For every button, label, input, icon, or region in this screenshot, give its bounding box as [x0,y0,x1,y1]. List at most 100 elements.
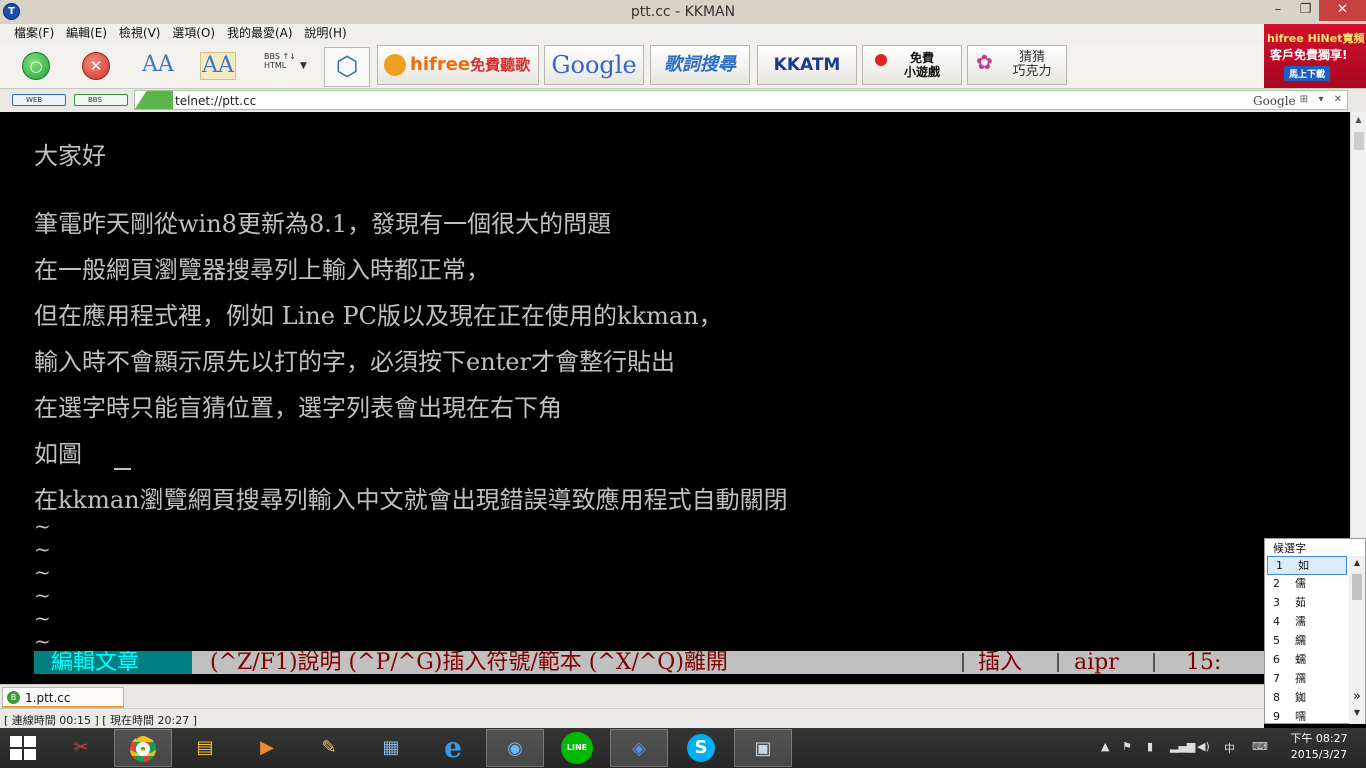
connection-indicator-icon [135,91,173,109]
title-bar: T ptt.cc - KKMAN – ❐ ✕ [0,0,1366,24]
candidate-item[interactable]: 9嚅 [1265,708,1349,727]
search-engine-label[interactable]: Google [1253,94,1296,108]
input-composition: aipr [1074,651,1119,674]
guess-chocolate-button[interactable]: ✿ 猜猜 巧克力 [967,45,1067,85]
snipping-tool-icon[interactable]: ✂ [52,729,110,767]
taskbar-clock[interactable]: 下午 08:27 2015/3/27 [1284,731,1354,763]
guess-label-1: 猜猜 [1018,50,1045,65]
status-separator [1153,653,1155,672]
hifree-label: hifree [410,54,471,75]
lyrics-search-button[interactable]: 歌詞搜尋 [650,45,750,85]
close-search-icon[interactable]: ✕ [1332,94,1344,106]
tab-ptt[interactable]: B 1.ptt.cc [2,687,124,708]
calculator-icon[interactable]: ▦ [362,729,420,767]
media-center-icon[interactable]: ◉ [486,729,544,767]
terminal-line: 大家好 [34,142,106,170]
hifree-logo-icon [384,54,406,76]
bbs-html-toggle-button[interactable]: BBS ↑↓ HTML ▼ [264,52,308,82]
dropdown-arrow-icon[interactable]: ▼ [300,62,307,71]
chevron-up-icon[interactable]: ▲ [1349,558,1365,572]
expand-candidates-icon[interactable]: » [1349,689,1365,704]
terminal-line: 輸入時不會顯示原先以打的字，必須按下enter才會整行貼出 [34,348,675,376]
text-cursor [114,468,131,470]
menu-help[interactable]: 說明(H) [304,24,346,43]
ad-download-button[interactable]: 馬上下載 [1284,66,1331,81]
kkatm-button[interactable]: KKATM [757,45,857,85]
toolbar: ○ ✕ AA AA BBS ↑↓ HTML ▼ ⬡ hifree免費聽歌 Goo… [0,44,1264,88]
menu-view[interactable]: 檢視(V) [119,24,161,43]
ime-candidate-window: 候選字 1如 2儒 3茹 4濡 5繻 6蠕 7孺 8銣 9嚅 ▲ ▼ » [1264,538,1366,724]
menu-edit[interactable]: 編輯(E) [66,24,107,43]
font-size-small-button[interactable]: AA [140,52,176,80]
menu-bar: 檔案(F) 編輯(E) 檢視(V) 選項(O) 我的最愛(A) 說明(H) [0,24,1264,44]
font-icon: AA [142,52,174,77]
skype-icon[interactable]: S [672,729,730,767]
start-button[interactable] [10,736,38,760]
ime-mode-indicator[interactable]: 中 [1224,740,1235,756]
media-player-icon[interactable]: ▶ [238,729,296,767]
bbs-html-label: BBS ↑↓ HTML [264,52,296,70]
hifree-music-button[interactable]: hifree免費聽歌 [377,45,539,85]
keyboard-layout-icon[interactable]: ⌨ [1252,740,1268,753]
candidate-item[interactable]: 5繻 [1265,632,1349,651]
google-button[interactable]: Google [544,45,644,85]
tab-bar: B 1.ptt.cc [0,684,1264,708]
line-icon[interactable]: LINE [548,729,606,767]
candidate-item[interactable]: 6蠕 [1265,651,1349,670]
scroll-up-icon[interactable]: ▲ [1351,112,1366,128]
menu-favorites[interactable]: 我的最愛(A) [227,24,293,43]
close-button[interactable]: ✕ [1319,0,1366,21]
battery-icon[interactable]: ▮ [1147,740,1153,753]
chrome-icon[interactable] [114,729,172,767]
ad-brand: hifree HiNet寬頻 [1267,32,1365,45]
volume-icon[interactable]: ◀) [1197,740,1210,753]
menu-file[interactable]: 檔案(F) [14,24,54,43]
go-button[interactable]: ○ [22,52,50,80]
empty-line-marker: ~ [34,606,51,630]
paint-icon[interactable]: ✎ [300,729,358,767]
plugin-cube-button[interactable]: ⬡ [324,47,370,87]
bbs-mode-dropdown[interactable]: BBS [74,94,128,106]
free-games-button[interactable]: 免費 小遊戲 [862,45,962,85]
scroll-thumb[interactable] [1354,132,1364,150]
url-input[interactable]: telnet://ptt.cc Google ⊞ ▾ ✕ [134,90,1348,110]
add-tab-icon[interactable]: ⊞ [1298,94,1310,106]
kkman-icon[interactable]: ◈ [610,729,668,767]
go-icon: ○ [29,57,43,75]
terminal-line: 如圖 [34,440,82,468]
empty-line-marker: ~ [34,629,51,653]
candidate-item[interactable]: 3茹 [1265,594,1349,613]
internet-explorer-icon[interactable]: e [424,729,482,767]
stop-button[interactable]: ✕ [82,52,110,80]
show-hidden-icons-icon[interactable]: ▲ [1101,740,1109,753]
empty-line-marker: ~ [34,537,51,561]
candidate-item[interactable]: 2儒 [1265,575,1349,594]
chevron-down-icon[interactable]: ▼ [1349,708,1365,722]
bbs-terminal[interactable]: 大家好 筆電昨天剛從win8更新為8.1，發現有一個很大的問題 在一般網頁瀏覽器… [0,112,1350,674]
search-options-icon[interactable]: ▾ [1315,94,1327,106]
restore-button[interactable]: ❐ [1292,0,1319,21]
remote-desktop-icon[interactable]: ▣ [734,729,792,767]
hinet-ad-banner[interactable]: hifree HiNet寬頻 客戶免費獨享! 馬上下載 [1264,24,1366,88]
guess-label-2: 巧克力 [1012,64,1052,79]
font-highlight-icon: AA [202,53,234,78]
candidate-item[interactable]: 8銣 [1265,689,1349,708]
file-explorer-icon[interactable]: ▤ [176,729,234,767]
font-size-large-button[interactable]: AA [200,52,236,80]
windows-logo-pane [10,749,22,760]
candidate-scroll-thumb[interactable] [1352,574,1362,600]
windows-taskbar: ✂ ▤ ▶ ✎ ▦ e ◉ LINE ◈ S ▣ ▲ ⚑ ▮ ▂▄▆ ◀) 中 … [0,728,1366,768]
line-label: LINE [561,732,593,764]
minimize-button[interactable]: – [1264,0,1292,21]
candidate-item[interactable]: 1如 [1267,556,1347,575]
menu-options[interactable]: 選項(O) [172,24,215,43]
candidate-item[interactable]: 4濡 [1265,613,1349,632]
network-signal-icon[interactable]: ▂▄▆ [1170,740,1195,753]
action-center-flag-icon[interactable]: ⚑ [1122,740,1132,753]
web-mode-dropdown[interactable]: WEB [12,94,66,106]
clock-time: 下午 08:27 [1290,732,1348,745]
ad-text: 客戶免費獨享! [1270,48,1348,62]
editor-help-keys: (^Z/F1)說明 (^P/^G)插入符號/範本 (^X/^Q)離開 [210,651,728,674]
terminal-line: 在選字時只能盲猜位置，選字列表會出現在右下角 [34,394,562,422]
candidate-item[interactable]: 7孺 [1265,670,1349,689]
